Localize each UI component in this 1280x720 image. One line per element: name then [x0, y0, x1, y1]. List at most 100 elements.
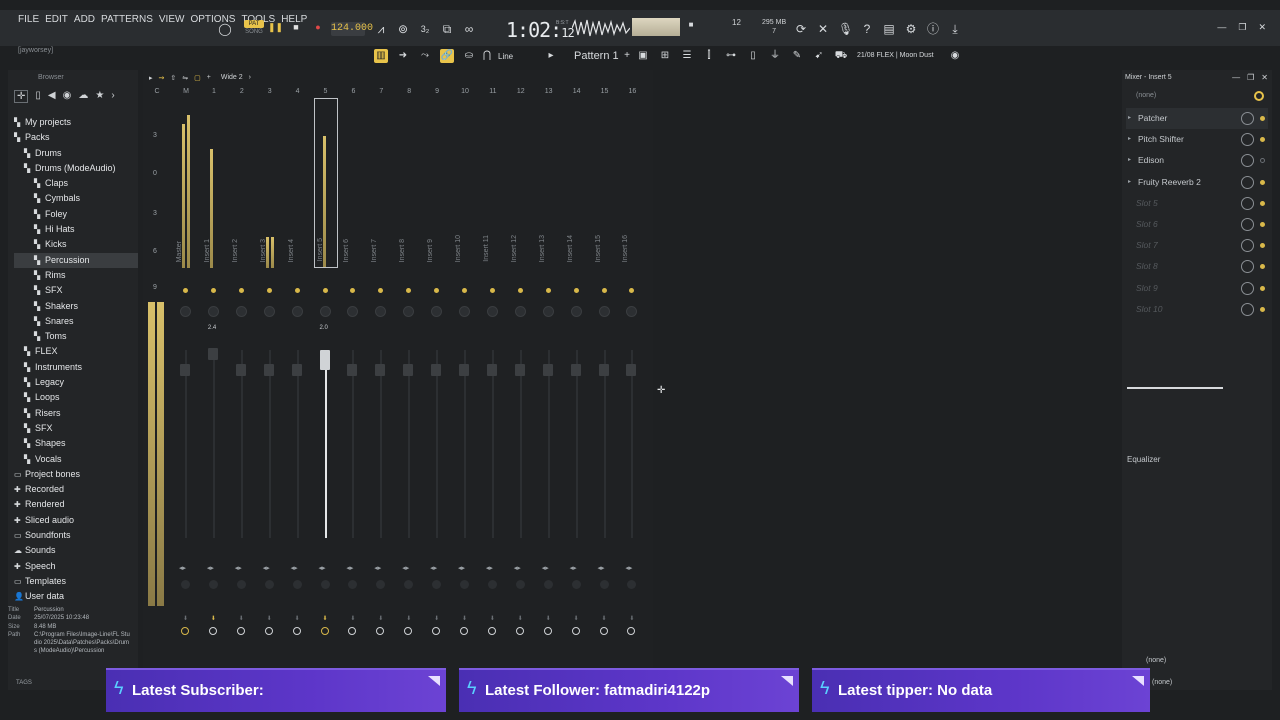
track-ring-icon[interactable]: [320, 627, 329, 635]
volume-fader-track[interactable]: [603, 350, 606, 538]
play-pause-button[interactable]: ❚❚: [268, 22, 283, 36]
volume-fader-track[interactable]: [547, 350, 550, 538]
mixer-strip-insert-5[interactable]: Insert 5: [313, 98, 338, 268]
snap-selector[interactable]: Line: [498, 52, 513, 61]
arrow-right-icon[interactable]: ➜: [396, 49, 410, 63]
send-arrow-icon[interactable]: ⬇: [183, 615, 188, 622]
browser-item[interactable]: ▚ Vocals: [14, 452, 138, 467]
volume-fader-handle[interactable]: [180, 364, 190, 376]
menu-edit[interactable]: EDIT: [45, 14, 68, 25]
slot-mix-knob[interactable]: [1241, 281, 1254, 295]
strip-enable-led[interactable]: [545, 288, 551, 293]
insert-minimize-icon[interactable]: —: [1232, 73, 1240, 82]
track-ring-icon[interactable]: [348, 627, 357, 635]
mixer-strip-insert-16[interactable]: Insert 16: [620, 98, 644, 268]
stereo-knob[interactable]: [404, 580, 414, 589]
play-pattern-icon[interactable]: ▸: [544, 49, 558, 63]
mixer-strip-insert-2[interactable]: Insert 2: [230, 98, 254, 268]
volume-fader-track[interactable]: [352, 350, 355, 538]
track-ring-icon[interactable]: [208, 627, 217, 635]
browser-item[interactable]: ▚ SFX: [14, 421, 138, 436]
volume-fader-track[interactable]: [631, 350, 634, 538]
mixer-layout-label[interactable]: Wide 2: [221, 74, 243, 82]
slot-enable-led[interactable]: [1260, 306, 1265, 312]
slot-enable-led[interactable]: [1260, 137, 1265, 143]
browser-back-icon[interactable]: ◀: [48, 90, 56, 103]
pan-knob[interactable]: [598, 306, 610, 317]
browser-item[interactable]: ✚ Speech: [14, 559, 138, 574]
browser-item[interactable]: ▚ Hi Hats: [14, 222, 138, 237]
stereo-knob[interactable]: [208, 580, 218, 589]
slot-mix-knob[interactable]: [1241, 239, 1254, 253]
strip-enable-led[interactable]: [266, 288, 272, 293]
strip-enable-led[interactable]: [210, 288, 216, 293]
stereo-knob[interactable]: [571, 580, 581, 589]
browser-star-icon[interactable]: ★: [95, 90, 104, 103]
mixer-strip-insert-13[interactable]: Insert 13: [537, 98, 561, 268]
volume-fader-handle[interactable]: [263, 364, 274, 376]
refresh-icon[interactable]: ⟳: [794, 22, 808, 36]
route-arrows-icon[interactable]: ◂▸: [542, 564, 549, 572]
send-arrow-icon[interactable]: ⬇: [295, 615, 300, 622]
mixer-strip-insert-9[interactable]: Insert 9: [425, 98, 449, 268]
slot-enable-led[interactable]: [1260, 200, 1265, 206]
route-arrows-icon[interactable]: ◂▸: [346, 564, 353, 572]
magnet-icon[interactable]: ⋂: [480, 49, 494, 63]
strip-enable-led[interactable]: [434, 288, 440, 293]
playlist-icon[interactable]: ▣: [636, 49, 650, 63]
insert-input-selector[interactable]: (none): [1136, 92, 1156, 99]
microphone-icon[interactable]: 🎙: [838, 22, 853, 36]
send-arrow-icon[interactable]: ⬇: [574, 615, 579, 622]
pan-knob[interactable]: [235, 306, 247, 317]
effect-slot[interactable]: ▸ Pitch Shifter: [1126, 129, 1268, 150]
menu-patterns[interactable]: PATTERNS: [101, 14, 153, 25]
volume-fader-track[interactable]: [436, 350, 439, 538]
metronome-icon[interactable]: ⩘: [374, 22, 388, 36]
browser-item[interactable]: ▚ Shakers: [14, 299, 138, 314]
browser-item[interactable]: ▭ Soundfonts: [14, 528, 138, 543]
output-selector-2[interactable]: (none): [1152, 679, 1172, 686]
pan-knob[interactable]: [263, 306, 275, 317]
track-ring-icon[interactable]: [432, 627, 441, 635]
pan-knob[interactable]: [626, 306, 638, 317]
browser-item[interactable]: ▚ Snares: [14, 314, 138, 329]
browser-item[interactable]: ✚ Rendered: [14, 497, 138, 512]
volume-fader-handle[interactable]: [375, 364, 386, 376]
pan-knob[interactable]: [514, 306, 526, 317]
browser-item[interactable]: ✚ Recorded: [14, 482, 138, 497]
strip-enable-led[interactable]: [183, 288, 188, 293]
strip-enable-led[interactable]: [238, 288, 244, 293]
slot-mix-knob[interactable]: [1241, 175, 1254, 189]
mixer-wide-icon[interactable]: ⇋: [182, 74, 188, 82]
effect-slot[interactable]: Slot 7: [1126, 235, 1268, 256]
globe-icon[interactable]: ◉: [948, 49, 962, 63]
slot-enable-led[interactable]: [1260, 264, 1265, 270]
close-icon[interactable]: ✕: [1258, 22, 1266, 33]
effect-slot[interactable]: Slot 10: [1126, 299, 1268, 320]
track-ring-icon[interactable]: [487, 627, 496, 635]
route-arrows-icon[interactable]: ◂▸: [207, 564, 214, 572]
menu-add[interactable]: ADD: [74, 14, 95, 25]
wait-record-icon[interactable]: ⊚: [396, 22, 410, 36]
record-button[interactable]: ●: [312, 22, 324, 34]
step-edit-icon[interactable]: ⧉: [440, 22, 454, 36]
browser-item[interactable]: ▚ FLEX: [14, 344, 138, 359]
mixer-strip-insert-10[interactable]: Insert 10: [453, 98, 477, 268]
send-arrow-icon[interactable]: ⬇: [462, 615, 467, 622]
browser-item[interactable]: ▚ Loops: [14, 390, 138, 405]
effect-slot[interactable]: ▸ Edison: [1126, 150, 1268, 171]
route-arrows-icon[interactable]: ◂▸: [625, 564, 632, 572]
pan-knob[interactable]: [431, 306, 443, 317]
pan-knob[interactable]: [570, 306, 582, 317]
pan-knob[interactable]: [459, 306, 470, 317]
countdown-icon[interactable]: 3₂: [418, 22, 432, 36]
volume-fader-track[interactable]: [380, 350, 383, 538]
channel-rack-icon[interactable]: ⊞: [658, 49, 672, 63]
volume-fader-handle[interactable]: [207, 348, 218, 360]
route-arrows-icon[interactable]: ◂▸: [291, 564, 298, 572]
pan-knob[interactable]: [347, 306, 359, 317]
cpu-knob-icon[interactable]: ■: [684, 18, 698, 32]
stereo-knob[interactable]: [460, 580, 469, 589]
slot-expand-icon[interactable]: ▸: [1128, 108, 1131, 129]
cart-icon[interactable]: ⛟: [834, 49, 848, 63]
